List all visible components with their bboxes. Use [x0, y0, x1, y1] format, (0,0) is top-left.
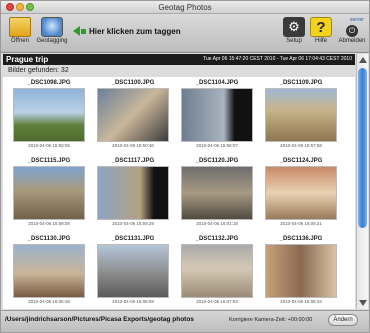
gear-icon: ⚙ [283, 17, 305, 37]
folder-icon [9, 17, 31, 37]
photo-cell[interactable]: _DSC1109.JPG 2010-04-06 15:57:58 [260, 79, 342, 155]
photo-filename: _DSC1136.JPG [279, 236, 323, 242]
photo-date: 2010-04-06 15:59:06 [28, 221, 70, 226]
photo-cell[interactable]: _DSC1131.JPG 2010-04-06 16:06:59 [92, 235, 174, 309]
photo-thumbnail[interactable] [97, 166, 169, 220]
title-bar: Geotag Photos [1, 1, 369, 14]
open-button[interactable]: Öffnen [7, 17, 33, 44]
photo-filename: _DSC1131.JPG [111, 236, 155, 242]
app-window: Geotag Photos Öffnen Geotagging Hier kli… [0, 0, 370, 333]
photo-filename: _DSC1104.JPG [195, 80, 239, 86]
vertical-scrollbar[interactable] [356, 54, 368, 309]
photo-filename: _DSC1130.JPG [27, 236, 71, 242]
photo-date: 2010-04-06 16:01:18 [196, 221, 238, 226]
photo-filename: _DSC1117.JPG [111, 158, 155, 164]
photo-cell[interactable]: _DSC1115.JPG 2010-04-06 15:59:06 [8, 157, 90, 233]
help-button-label: Hilfe [314, 38, 327, 44]
photo-filename: _DSC1109.JPG [279, 80, 323, 86]
help-icon: ? [310, 17, 332, 37]
photo-cell[interactable]: _DSC1124.JPG 2010-04-06 16:05:21 [260, 157, 342, 233]
window-title: Geotag Photos [158, 3, 212, 12]
photo-thumbnail[interactable] [13, 166, 85, 220]
scrollbar-thumb[interactable] [358, 68, 367, 228]
photo-cell[interactable]: _DSC1098.JPG 2010-04-06 15:50:08 [8, 79, 90, 155]
geotagging-button[interactable]: Geotagging [35, 17, 69, 44]
photo-cell[interactable]: _DSC1104.JPG 2010-04-06 15:56:07 [176, 79, 258, 155]
globe-photo-icon [41, 17, 63, 37]
photo-thumbnail[interactable] [97, 88, 169, 142]
photo-cell[interactable]: _DSC1136.JPG 2010-04-06 16:08:34 [260, 235, 342, 309]
scroll-down-arrow[interactable] [359, 300, 367, 306]
trip-header: Prague trip Tue Apr 06 15:47:20 CEST 201… [3, 54, 355, 65]
logout-button[interactable]: ⏻ Abmelden [337, 25, 367, 44]
photo-filename: _DSC1120.JPG [195, 158, 239, 164]
photo-grid: _DSC1098.JPG 2010-04-06 15:50:08 _DSC1100.… [3, 77, 355, 309]
photo-date: 2010-04-06 15:57:58 [280, 143, 322, 148]
open-button-label: Öffnen [11, 38, 29, 44]
photo-date: 2010-04-06 16:06:45 [28, 299, 70, 304]
logout-button-label: Abmelden [338, 38, 366, 44]
geotagging-button-label: Geotagging [36, 38, 68, 44]
tag-hint[interactable]: Hier klicken zum taggen [73, 26, 181, 36]
left-arrow-icon [73, 26, 80, 36]
photo-cell[interactable]: _DSC1117.JPG 2010-04-06 15:59:29 [92, 157, 174, 233]
photo-thumbnail[interactable] [181, 166, 253, 220]
camera-time-correction: Korrigiere Kamera-Zeit: +00:00:00 [229, 317, 313, 323]
photo-date: 2010-04-06 16:08:34 [280, 299, 322, 304]
photo-filename: _DSC1132.JPG [195, 236, 239, 242]
status-bar: /Users/jindrichsarson/Pictures/Picasa Ex… [1, 310, 369, 332]
photo-cell[interactable]: _DSC1132.JPG 2010-04-06 16:07:53 [176, 235, 258, 309]
photo-date: 2010-04-06 15:59:29 [112, 221, 154, 226]
photo-cell[interactable]: _DSC1130.JPG 2010-04-06 16:06:45 [8, 235, 90, 309]
tag-hint-text: Hier klicken zum taggen [89, 26, 181, 36]
photo-thumbnail[interactable] [181, 244, 253, 298]
photo-thumbnail[interactable] [181, 88, 253, 142]
photo-thumbnail[interactable] [13, 88, 85, 142]
photo-filename: _DSC1124.JPG [279, 158, 323, 164]
photo-thumbnail[interactable] [265, 88, 337, 142]
photos-found-count: Bilder gefunden: 32 [8, 67, 69, 74]
setup-button[interactable]: ⚙ Setup [283, 17, 305, 44]
trip-name: Prague trip [6, 55, 49, 64]
scroll-up-arrow[interactable] [359, 57, 367, 63]
photo-filename: _DSC1115.JPG [27, 158, 71, 164]
photo-date: 2010-04-06 16:06:59 [112, 299, 154, 304]
arrow-shaft [81, 28, 86, 34]
trip-time-range: Tue Apr 06 15:47:20 CEST 2010 - Tue Apr … [203, 56, 352, 62]
photo-date: 2010-04-06 16:05:21 [280, 221, 322, 226]
toolbar: Öffnen Geotagging Hier klicken zum tagge… [1, 15, 369, 53]
power-icon: ⏻ [346, 25, 358, 37]
photo-filename: _DSC1100.JPG [111, 80, 155, 86]
photo-thumbnail[interactable] [265, 166, 337, 220]
photo-filename: _DSC1098.JPG [27, 80, 71, 86]
folder-path: /Users/jindrichsarson/Pictures/Picasa Ex… [5, 316, 194, 323]
photo-cell[interactable]: _DSC1120.JPG 2010-04-06 16:01:18 [176, 157, 258, 233]
server-link[interactable]: server [350, 17, 364, 23]
photo-thumbnail[interactable] [97, 244, 169, 298]
help-button[interactable]: ? Hilfe [310, 17, 332, 44]
photo-date: 2010-04-06 15:56:07 [196, 143, 238, 148]
photo-thumbnail[interactable] [13, 244, 85, 298]
change-button[interactable]: Ändern [328, 314, 358, 326]
photo-thumbnail[interactable] [265, 244, 337, 298]
photo-date: 2010-04-06 15:50:08 [28, 143, 70, 148]
photo-date: 2010-04-06 16:07:53 [196, 299, 238, 304]
setup-button-label: Setup [286, 38, 302, 44]
photo-date: 2010-04-06 15:50:46 [112, 143, 154, 148]
photo-cell[interactable]: _DSC1100.JPG 2010-04-06 15:50:46 [92, 79, 174, 155]
